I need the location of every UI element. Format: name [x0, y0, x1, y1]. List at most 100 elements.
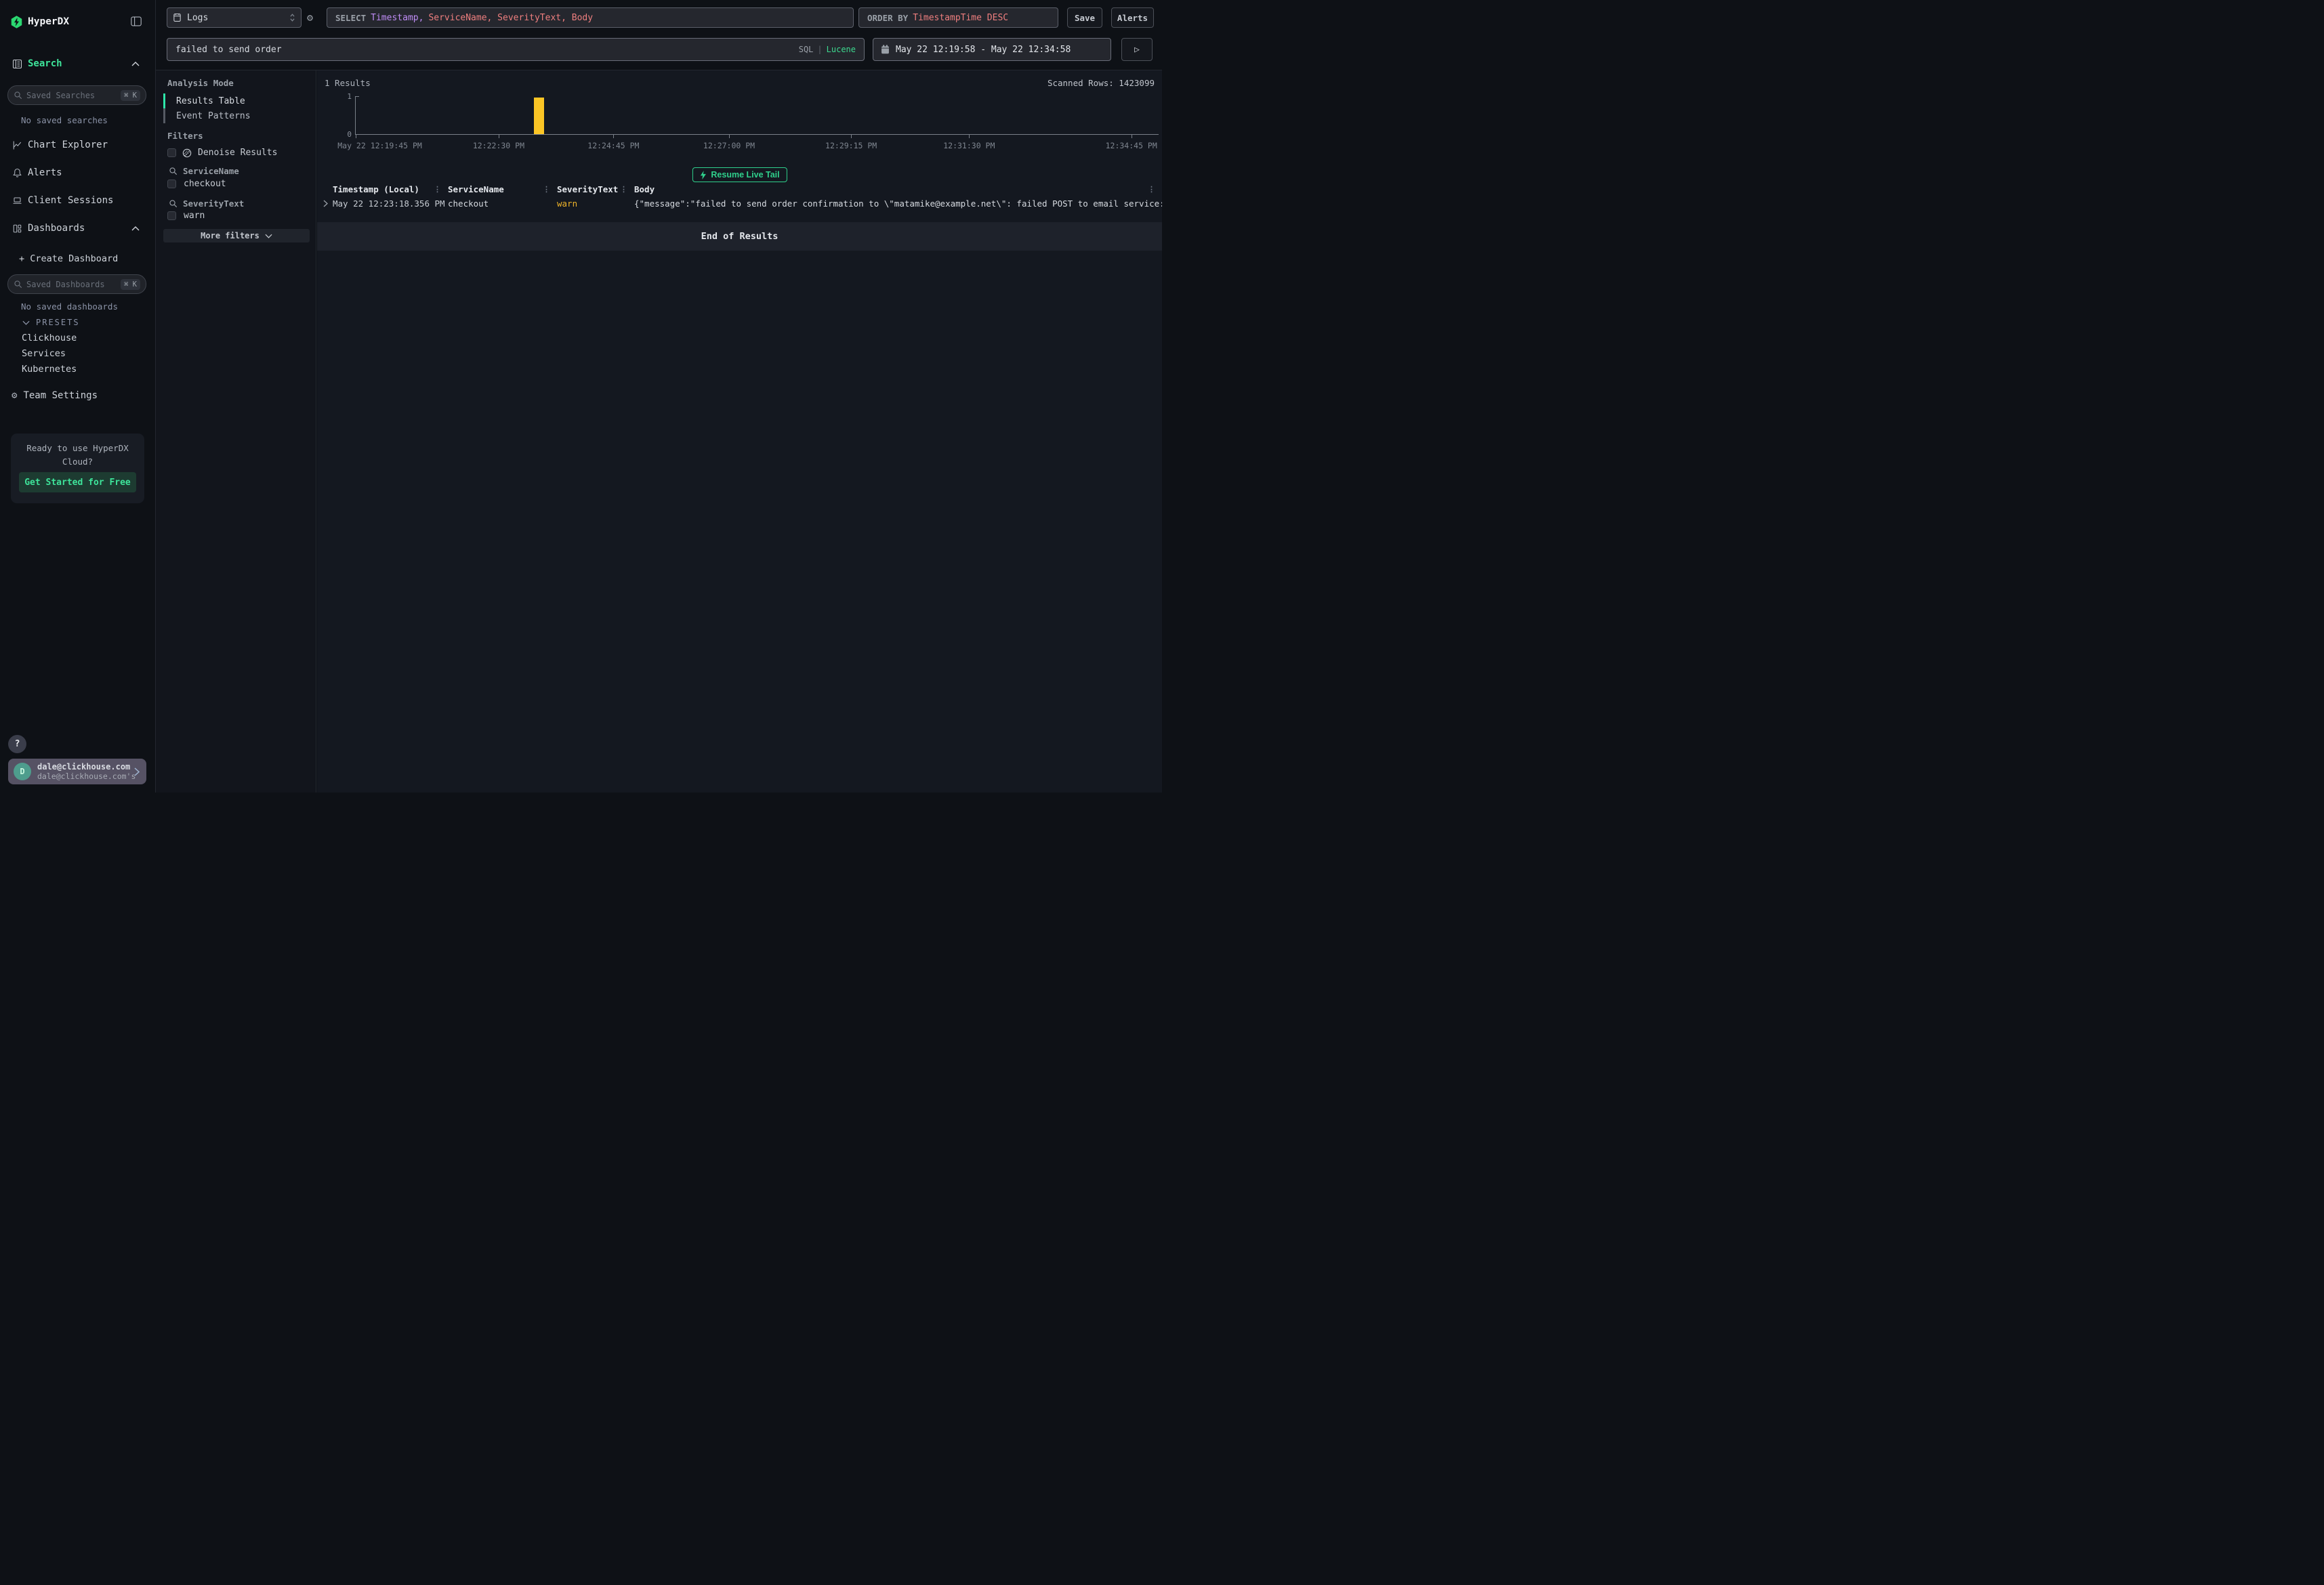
cell-body: {"message":"failed to send order confirm…	[634, 198, 1162, 209]
order-by-keyword: ORDER BY	[867, 13, 908, 23]
select-fields-rest: ServiceName, SeverityText, Body	[428, 13, 593, 23]
table-row[interactable]: May 22 12:23:18.356 PM checkout warn {"m…	[323, 197, 1162, 209]
warn-checkbox[interactable]	[167, 211, 176, 220]
sidebar-item-label: Alerts	[28, 167, 62, 178]
x-tick	[969, 135, 970, 138]
chevron-right-icon	[134, 767, 140, 776]
preset-clickhouse[interactable]: Clickhouse	[22, 333, 77, 343]
column-header-body[interactable]: Body ⋮	[634, 184, 1162, 194]
preset-kubernetes[interactable]: Kubernetes	[22, 364, 77, 375]
filter-group-servicename[interactable]: ServiceName	[169, 166, 239, 176]
promo-text: Ready to use HyperDX Cloud?	[11, 434, 144, 469]
order-by-input[interactable]: ORDER BY TimestampTime DESC	[858, 7, 1058, 28]
x-tick-label: 12:24:45 PM	[587, 141, 639, 150]
alerts-button[interactable]: Alerts	[1111, 7, 1154, 28]
analysis-mode-results-table[interactable]: Results Table	[176, 96, 245, 106]
column-menu-icon[interactable]: ⋮	[543, 185, 557, 194]
analysis-mode-event-patterns[interactable]: Event Patterns	[176, 111, 251, 121]
cloud-promo-card: Ready to use HyperDX Cloud? Get Started …	[11, 434, 144, 503]
histogram-bar[interactable]	[534, 98, 544, 134]
column-menu-icon[interactable]: ⋮	[434, 185, 448, 194]
x-tick-label: 12:31:30 PM	[943, 141, 995, 150]
filter-option-label: checkout	[184, 179, 226, 189]
saved-searches-input[interactable]	[26, 91, 121, 100]
get-started-button[interactable]: Get Started for Free	[19, 472, 136, 492]
app-root: HyperDX Search ⌘ K	[0, 0, 1162, 792]
dashboards-icon	[12, 224, 22, 234]
x-tick-label: 12:34:45 PM	[1106, 141, 1157, 150]
denoise-checkbox[interactable]	[167, 148, 176, 157]
lucene-mode-toggle[interactable]: Lucene	[827, 45, 856, 54]
x-tick	[729, 135, 730, 138]
sidebar-item-chart-explorer[interactable]: Chart Explorer	[0, 136, 156, 154]
search-input[interactable]	[175, 45, 799, 55]
no-saved-dashboards-text: No saved dashboards	[21, 301, 118, 312]
chevron-up-icon	[131, 226, 140, 231]
column-header-severitytext[interactable]: SeverityText ⋮	[557, 184, 634, 194]
select-clause-input[interactable]: SELECT Timestamp, ServiceName, SeverityT…	[327, 7, 854, 28]
sidebar-item-alerts[interactable]: Alerts	[0, 164, 156, 182]
filters-title: Filters	[167, 131, 203, 141]
bolt-icon	[699, 171, 706, 179]
user-email: dale@clickhouse.com	[37, 762, 134, 772]
column-header-timestamp[interactable]: Timestamp (Local) ⋮	[333, 184, 448, 194]
select-field-timestamp: Timestamp,	[371, 13, 423, 23]
create-dashboard-button[interactable]: + Create Dashboard	[19, 253, 118, 264]
presets-toggle[interactable]: PRESETS	[22, 318, 80, 327]
search-icon	[14, 91, 22, 100]
sidebar-item-client-sessions[interactable]: Client Sessions	[0, 192, 156, 209]
saved-dashboards-input[interactable]	[26, 280, 121, 289]
sidebar-item-team-settings[interactable]: ⚙ Team Settings	[0, 387, 156, 404]
sidebar-item-label: Search	[28, 58, 62, 69]
preset-services[interactable]: Services	[22, 348, 66, 359]
sql-mode-toggle[interactable]: SQL	[799, 45, 814, 54]
search-nav-icon	[12, 59, 22, 69]
column-menu-icon[interactable]: ⋮	[620, 185, 634, 194]
search-icon	[14, 280, 22, 289]
denoise-label: Denoise Results	[198, 148, 277, 158]
cell-severitytext: warn	[557, 198, 634, 209]
saved-dashboards-search[interactable]: ⌘ K	[7, 274, 146, 294]
results-histogram[interactable]: 1 0 May 22 12:19:45 PM 12:22:30 PM 12:24…	[355, 96, 1159, 135]
more-filters-button[interactable]: More filters	[163, 229, 310, 242]
sidebar-item-search[interactable]: Search	[0, 55, 156, 72]
user-menu[interactable]: D dale@clickhouse.com dale@clickhouse.co…	[8, 759, 146, 784]
help-button[interactable]: ?	[8, 735, 26, 753]
source-select[interactable]: Logs	[167, 7, 302, 28]
source-select-value: Logs	[187, 13, 208, 23]
select-keyword: SELECT	[335, 13, 366, 23]
filter-option-label: warn	[184, 211, 205, 221]
user-texts: dale@clickhouse.com dale@clickhouse.com'…	[37, 762, 134, 781]
sidebar: HyperDX Search ⌘ K	[0, 0, 156, 792]
topbar: Logs ⚙ SELECT Timestamp, ServiceName, Se…	[156, 0, 1162, 70]
x-tick	[613, 135, 614, 138]
resume-live-tail-button[interactable]: Resume Live Tail	[692, 167, 787, 182]
avatar: D	[14, 763, 31, 780]
end-of-results: End of Results	[317, 222, 1162, 251]
chevron-down-icon	[265, 234, 272, 238]
saved-searches-search[interactable]: ⌘ K	[7, 85, 146, 105]
checkout-checkbox[interactable]	[167, 179, 176, 188]
app-title: HyperDX	[28, 16, 69, 27]
cell-timestamp: May 22 12:23:18.356 PM	[333, 198, 448, 209]
search-icon	[169, 167, 178, 175]
column-header-servicename[interactable]: ServiceName ⋮	[448, 184, 557, 194]
save-button[interactable]: Save	[1067, 7, 1102, 28]
filter-group-severitytext[interactable]: SeverityText	[169, 198, 244, 209]
run-query-button[interactable]: ▷	[1121, 38, 1153, 61]
filter-option-warn[interactable]: warn	[167, 211, 205, 221]
source-settings-gear-icon[interactable]: ⚙	[307, 12, 313, 24]
filter-option-checkout[interactable]: checkout	[167, 179, 226, 189]
search-icon	[169, 199, 178, 208]
column-menu-icon[interactable]: ⋮	[1148, 185, 1162, 194]
sidebar-item-dashboards[interactable]: Dashboards	[0, 219, 156, 237]
x-tick-label: 12:29:15 PM	[825, 141, 877, 150]
analysis-mode-track	[163, 108, 165, 123]
expand-row-chevron-icon[interactable]	[323, 200, 333, 207]
presets-label: PRESETS	[36, 318, 80, 327]
time-range-picker[interactable]: May 22 12:19:58 - May 22 12:34:58	[873, 38, 1111, 61]
laptop-icon	[12, 196, 22, 206]
y-tick-label-0: 0	[338, 130, 352, 139]
collapse-sidebar-icon[interactable]	[131, 16, 142, 26]
resume-live-tail-label: Resume Live Tail	[711, 170, 779, 179]
